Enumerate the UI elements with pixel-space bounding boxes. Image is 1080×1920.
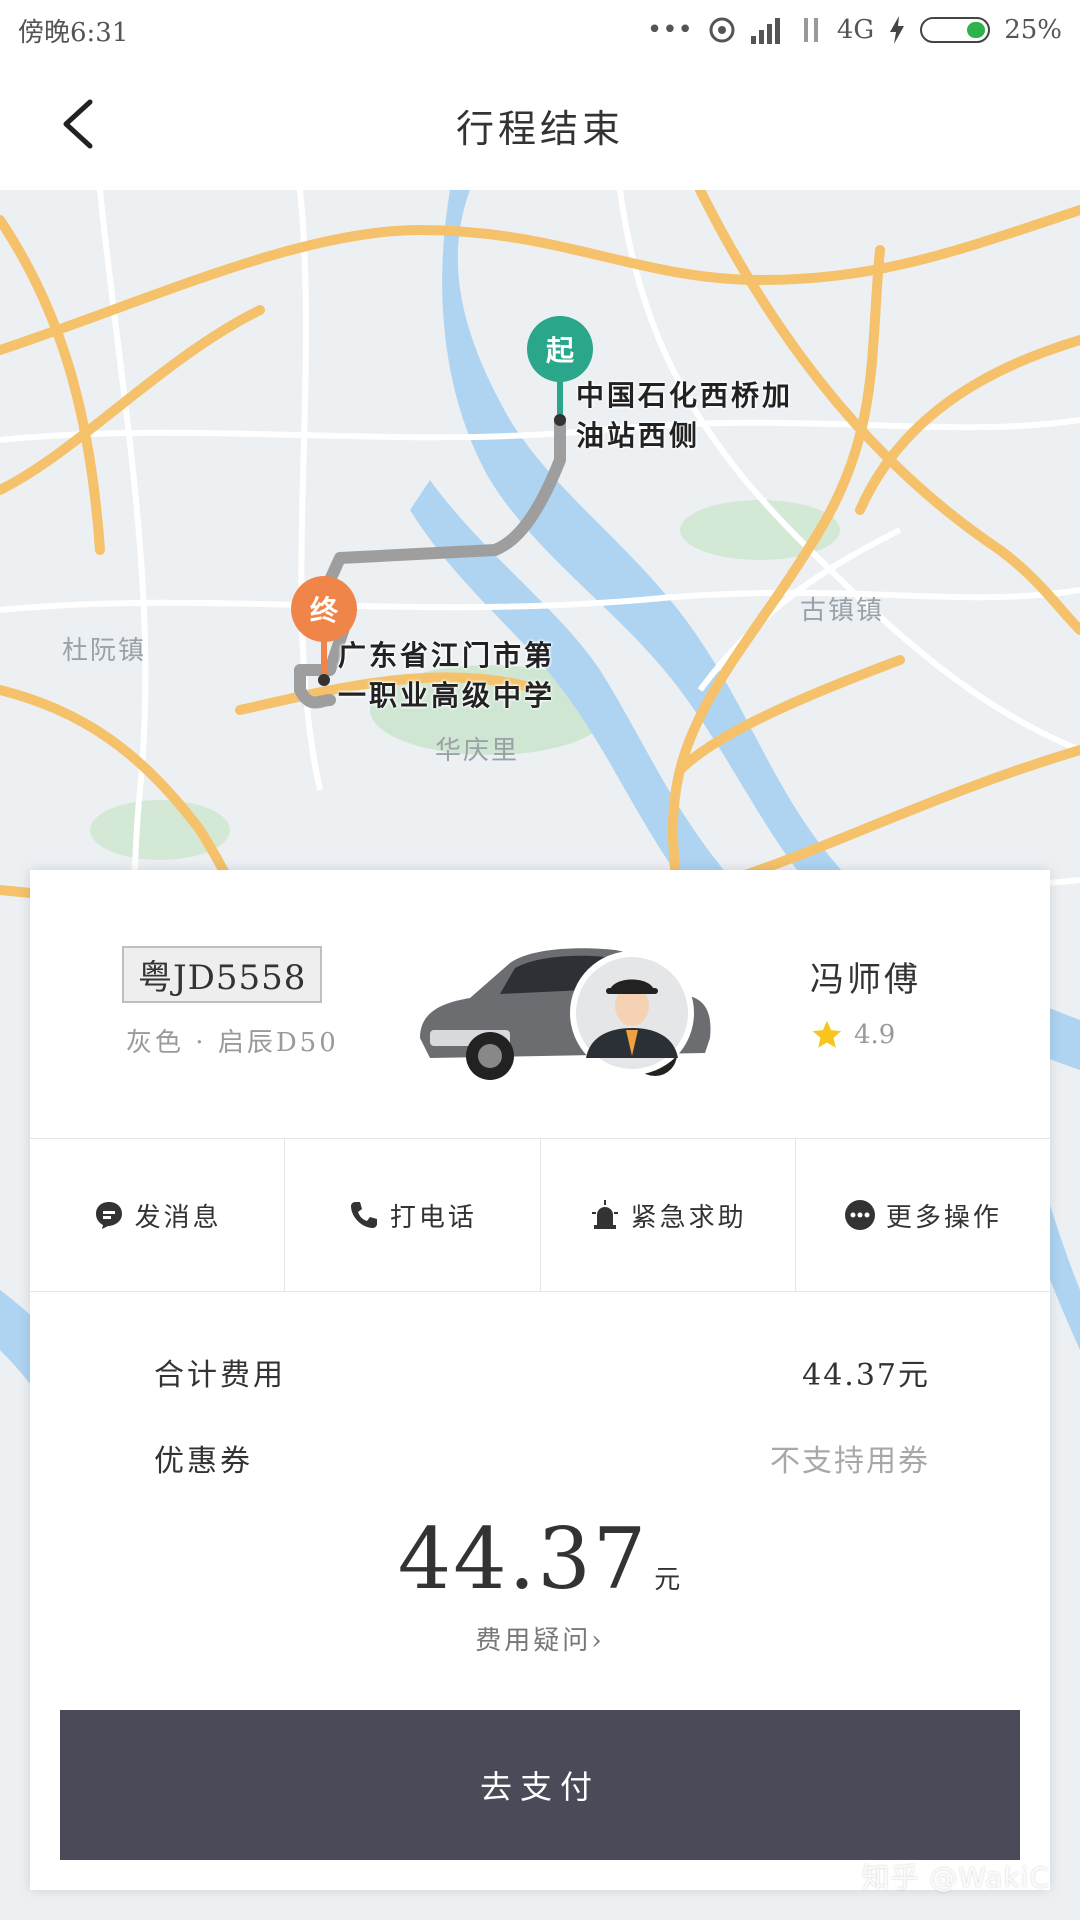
place-label-duruan: 杜阮镇 [62,636,147,666]
payable-amount-unit: 元 [654,1565,683,1595]
separator-dot: · [195,1028,218,1058]
driver-name: 冯师傅 [810,960,921,1000]
coupon-status: 不支持用券 [770,1444,930,1479]
watermark: 知乎 @WakiC [861,1861,1050,1894]
network-type: 4G [836,15,875,45]
fee-question-label: 费用疑问 [475,1626,592,1656]
total-fee-label: 合计费用 [154,1358,286,1393]
start-address-line1: 中国石化西桥加 [576,379,794,412]
trip-summary-card: 粤JD5558 灰色 · 启辰D50 冯师傅 4.9 发消息 打电话 紧急求助 … [30,870,1050,1890]
car-image [420,948,711,1080]
call-label: 打电话 [389,1202,477,1233]
total-fee-value: 44.37元 [802,1358,930,1393]
end-address-line1: 广东省江门市第 [338,639,556,672]
message-icon [95,1202,122,1229]
phone-icon [350,1202,377,1228]
coupon-label: 优惠券 [154,1444,253,1479]
car-model: 启辰D50 [217,1028,339,1058]
message-button[interactable]: 发消息 [30,1139,286,1291]
car-color: 灰色 [126,1028,185,1058]
start-address: 中国石化西桥加 油站西侧 [576,376,793,456]
data-arrows-icon [803,18,818,42]
emergency-button[interactable]: 紧急求助 [541,1139,796,1291]
place-label-guzhen: 古镇镇 [800,596,885,626]
battery-level: 25% [1004,15,1062,45]
start-address-line2: 油站西侧 [576,419,701,452]
chevron-right-icon: › [591,1626,605,1656]
end-marker[interactable]: 终 [291,576,357,642]
status-icons: ••• 4G 25% [647,15,1062,45]
call-button[interactable]: 打电话 [285,1139,541,1291]
page-title: 行程结束 [455,107,624,151]
start-marker[interactable]: 起 [527,316,593,382]
more-actions-button[interactable]: 更多操作 [796,1139,1050,1291]
license-plate: 粤JD5558 [122,946,323,1003]
end-address-line2: 一职业高级中学 [338,679,556,712]
alarm-icon [591,1200,618,1229]
place-label-huaqingli: 华庆里 [435,736,520,766]
payable-amount-value: 44.37 [397,1510,649,1608]
battery-icon [920,17,991,43]
rating-value: 4.9 [854,1020,896,1050]
star-icon [812,1020,842,1048]
action-bar: 发消息 打电话 紧急求助 更多操作 [30,1138,1050,1292]
message-label: 发消息 [134,1202,222,1233]
hotspot-icon [709,17,735,43]
car-description: 灰色 · 启辰D50 [126,1022,339,1059]
end-point-dot [318,674,330,686]
status-time: 傍晚6:31 [18,17,129,48]
emergency-label: 紧急求助 [630,1202,747,1233]
start-point-dot [554,414,566,426]
nav-bar: 行程结束 [0,60,1080,191]
pay-button[interactable]: 去支付 [60,1710,1020,1860]
status-bar: 傍晚6:31 ••• 4G 25% [0,0,1080,60]
payable-amount: 44.37 元 [30,1510,1050,1608]
charging-icon [890,16,905,44]
more-dots-icon: ••• [646,15,693,45]
signal-icon [750,18,780,44]
more-actions-label: 更多操作 [885,1202,1002,1233]
fee-question-link[interactable]: 费用疑问› [30,1620,1050,1657]
more-icon [844,1200,875,1230]
end-address: 广东省江门市第 一职业高级中学 [338,636,555,716]
driver-rating: 4.9 [810,1018,895,1052]
